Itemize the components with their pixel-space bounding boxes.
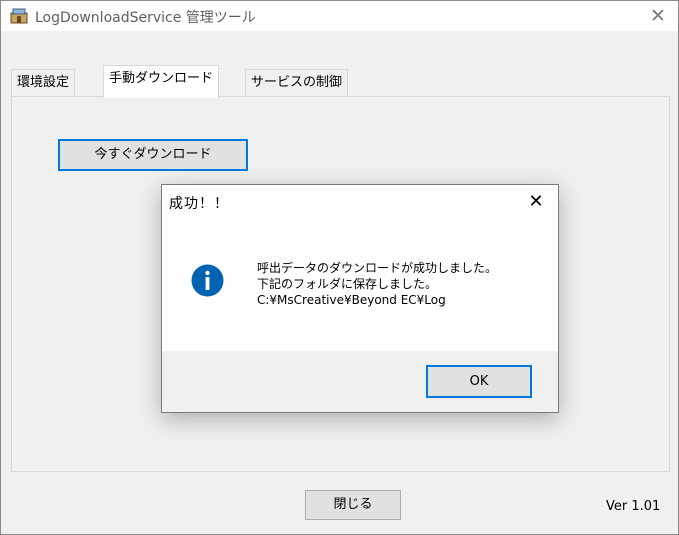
message-line: 呼出データのダウンロードが成功しました。 [257,261,498,275]
success-dialog: 成功！！ ✕ 呼出データのダウンロードが成功しました。 下記のフォルダに保存しま… [161,184,559,413]
dialog-title: 成功！！ [169,196,229,212]
close-button[interactable]: 閉じる [305,490,401,520]
dialog-footer: OK [162,351,558,412]
tab-environment-settings[interactable]: 環境設定 [11,69,76,98]
app-icon [10,8,28,24]
dialog-close-button[interactable]: ✕ [514,185,558,219]
message-line: 下記のフォルダに保存しました。 [257,277,438,291]
title-bar: LogDownloadService 管理ツール ✕ [1,1,678,31]
ok-button[interactable]: OK [426,365,532,398]
version-label: Ver 1.01 [606,499,661,514]
tab-manual-download[interactable]: 手動ダウンロード [103,65,220,98]
window-title: LogDownloadService 管理ツール [35,10,256,26]
message-line: C:¥MsCreative¥Beyond EC¥Log [257,293,446,307]
dialog-message: 呼出データのダウンロードが成功しました。 下記のフォルダに保存しました。 C:¥… [257,260,497,308]
download-now-button[interactable]: 今すぐダウンロード [58,139,248,171]
info-icon [191,264,224,297]
window-close-button[interactable]: ✕ [638,1,678,31]
main-window: LogDownloadService 管理ツール ✕ 環境設定 手動ダウンロード… [0,0,679,535]
tab-service-control[interactable]: サービスの制御 [245,69,349,98]
